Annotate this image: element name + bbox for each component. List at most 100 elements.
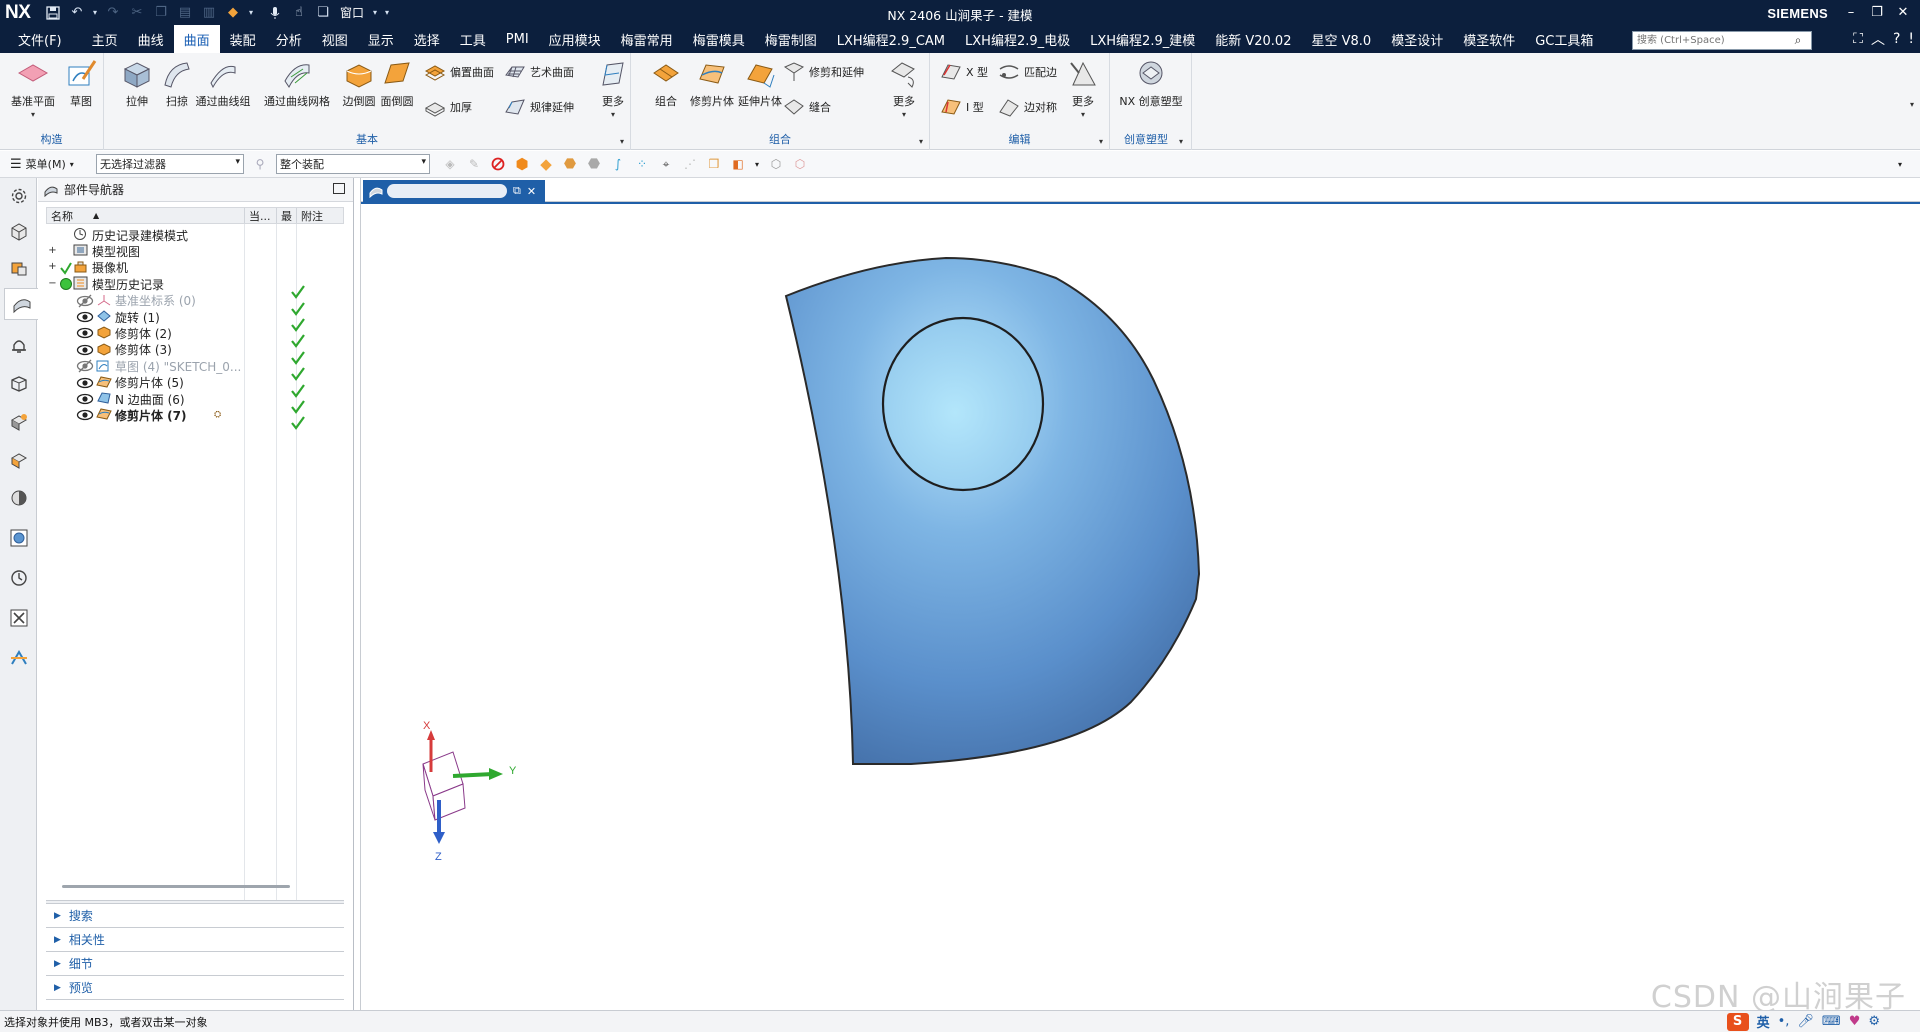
- copy-icon[interactable]: ❐: [150, 3, 172, 23]
- chevron-down-icon[interactable]: ▾: [881, 110, 927, 119]
- more-basic-button[interactable]: 更多 ▾: [590, 59, 636, 119]
- hd3d-tools-icon[interactable]: [4, 406, 34, 438]
- tab-5[interactable]: 视图: [312, 25, 358, 53]
- wireframe-icon[interactable]: ⬡: [790, 154, 810, 174]
- column-notes[interactable]: 附注: [297, 208, 343, 223]
- face-filter-icon[interactable]: ⬣: [560, 154, 580, 174]
- visible-check-icon[interactable]: [59, 261, 73, 275]
- cut-icon[interactable]: ✂: [126, 3, 148, 23]
- i-form-button[interactable]: I 型: [940, 95, 984, 119]
- eye-icon[interactable]: [76, 326, 96, 340]
- chevron-down-icon[interactable]: ▾: [90, 3, 100, 23]
- window-icon[interactable]: ❏: [312, 3, 334, 23]
- chevron-down-icon[interactable]: ▾: [1060, 110, 1106, 119]
- more-combine-button[interactable]: 更多 ▾: [881, 59, 927, 119]
- eye-icon[interactable]: [76, 310, 96, 324]
- close-icon[interactable]: ✕: [1892, 5, 1914, 20]
- solid-body-filter-icon[interactable]: ⬢: [512, 154, 532, 174]
- system-materials-icon[interactable]: [4, 522, 34, 554]
- part-navigator-icon[interactable]: [4, 288, 38, 320]
- search-input[interactable]: [1633, 32, 1788, 49]
- selection-scope-select[interactable]: 整个装配 ▾: [276, 154, 430, 174]
- reset-filter-icon[interactable]: ⚲: [250, 154, 270, 174]
- save-icon[interactable]: [42, 3, 64, 23]
- tab-17[interactable]: 能新 V20.02: [1205, 25, 1301, 53]
- expand-icon[interactable]: +: [48, 262, 57, 272]
- close-icon[interactable]: ✕: [527, 185, 536, 198]
- tab-10[interactable]: 应用模块: [539, 25, 611, 53]
- tab-12[interactable]: 梅雷模具: [683, 25, 755, 53]
- tab-0[interactable]: 主页: [82, 25, 128, 53]
- clock-icon[interactable]: [4, 562, 34, 594]
- column-current[interactable]: 当...: [245, 208, 277, 223]
- face-blend-button[interactable]: 面倒圆: [374, 59, 420, 109]
- customize-icon[interactable]: ▾: [382, 3, 392, 23]
- paste-icon[interactable]: ▤: [174, 3, 196, 23]
- mic-icon[interactable]: 🎤︎: [1797, 1014, 1814, 1029]
- redo-icon[interactable]: ↷: [102, 3, 124, 23]
- toolbar-options-icon[interactable]: ▾: [1890, 154, 1910, 174]
- select-all-icon[interactable]: ◈: [440, 154, 460, 174]
- column-latest[interactable]: 最: [277, 208, 297, 223]
- edge-symmetry-button[interactable]: 边对称: [998, 95, 1057, 119]
- sogou-ime-icon[interactable]: S: [1726, 1012, 1749, 1031]
- process-studio-icon[interactable]: [4, 602, 34, 634]
- restore-icon[interactable]: ❐: [1866, 5, 1888, 20]
- keyboard-icon[interactable]: ⌨: [1822, 1014, 1841, 1029]
- tree-row[interactable]: 修剪片体 (7) ⛭: [46, 405, 344, 431]
- through-curves-button[interactable]: 通过曲线组: [196, 59, 251, 109]
- tab-1[interactable]: 曲线: [128, 25, 174, 53]
- tab-2[interactable]: 曲面: [173, 25, 220, 53]
- toolbox-icon[interactable]: ⚙: [1868, 1014, 1880, 1029]
- punctuation-icon[interactable]: •,: [1778, 1014, 1790, 1029]
- chevron-down-icon[interactable]: ▾: [919, 137, 923, 146]
- component-filter-icon[interactable]: ❒: [704, 154, 724, 174]
- tab-18[interactable]: 星空 V8.0: [1301, 25, 1381, 53]
- chevron-down-icon[interactable]: ▾: [246, 3, 256, 23]
- menu-button[interactable]: ☰ 菜单(M) ▾: [0, 156, 96, 172]
- show-hide-icon[interactable]: ⬡: [766, 154, 786, 174]
- datum-plane-button[interactable]: 基准平面 ▾: [10, 59, 56, 119]
- section-dependencies[interactable]: ▶ 相关性: [46, 928, 344, 952]
- touch-mode-icon[interactable]: ☝: [288, 3, 310, 23]
- tab-20[interactable]: 模圣软件: [1453, 25, 1525, 53]
- expand-icon[interactable]: +: [48, 245, 57, 256]
- chevron-down-icon[interactable]: ▾: [752, 154, 762, 174]
- graphics-viewport[interactable]: X Y Z: [361, 202, 1920, 1010]
- eye-icon[interactable]: [76, 408, 96, 422]
- column-name[interactable]: 名称 ▲: [47, 208, 245, 223]
- collapse-icon[interactable]: −: [48, 278, 57, 289]
- tab-21[interactable]: GC工具箱: [1525, 25, 1603, 53]
- settings-icon[interactable]: [4, 180, 34, 212]
- hidden-eye-icon[interactable]: [76, 294, 96, 308]
- curve-filter-icon[interactable]: ∫: [608, 154, 628, 174]
- chevron-down-icon[interactable]: ▾: [620, 137, 624, 146]
- constraint-navigator-icon[interactable]: [4, 252, 34, 284]
- tab-3[interactable]: 装配: [220, 25, 266, 53]
- tab-11[interactable]: 梅雷常用: [611, 25, 683, 53]
- law-extension-button[interactable]: 规律延伸: [504, 95, 574, 119]
- horizontal-scrollbar[interactable]: [62, 885, 290, 888]
- fullscreen-icon[interactable]: ⛶: [1853, 31, 1863, 47]
- maximize-icon[interactable]: [333, 183, 345, 194]
- x-form-button[interactable]: X 型: [940, 60, 988, 84]
- circular-trim-edge[interactable]: [881, 316, 1045, 492]
- ribbon-options-icon[interactable]: ▾: [1910, 100, 1914, 109]
- section-details[interactable]: ▶ 细节: [46, 952, 344, 976]
- studio-surface-button[interactable]: 艺术曲面: [504, 60, 574, 84]
- offset-surface-button[interactable]: 偏置曲面: [424, 60, 494, 84]
- chevron-down-icon[interactable]: ▾: [1179, 137, 1183, 146]
- tab-14[interactable]: LXH编程2.9_CAM: [827, 25, 955, 53]
- intent-icon[interactable]: ⋰: [680, 154, 700, 174]
- sheet-body-filter-icon[interactable]: ◆: [536, 154, 556, 174]
- tab-16[interactable]: LXH编程2.9_建模: [1080, 25, 1205, 53]
- chevron-down-icon[interactable]: ▾: [1099, 137, 1103, 146]
- tab-7[interactable]: 选择: [404, 25, 450, 53]
- more-edit-button[interactable]: 更多 ▾: [1060, 59, 1106, 119]
- file-menu[interactable]: 文件(F): [0, 25, 82, 53]
- window-menu[interactable]: 窗口: [336, 4, 368, 21]
- command-search[interactable]: ⌕: [1632, 31, 1812, 50]
- selection-mode-icon[interactable]: ◧: [728, 154, 748, 174]
- notification-icon[interactable]: [4, 330, 34, 362]
- sketch-button[interactable]: 草图: [58, 59, 104, 109]
